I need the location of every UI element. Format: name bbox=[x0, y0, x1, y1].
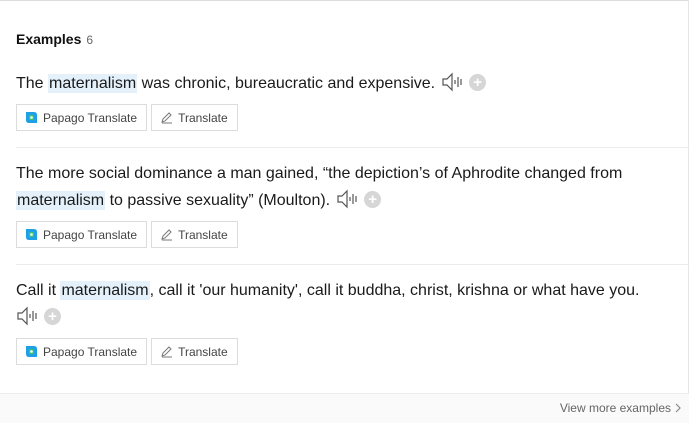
example-divider bbox=[16, 147, 689, 148]
example-item: The more social dominance a man gained, … bbox=[16, 160, 688, 248]
translate-label: Translate bbox=[178, 344, 228, 359]
translate-button[interactable]: Translate bbox=[151, 221, 238, 248]
highlighted-word: maternalism bbox=[16, 191, 106, 210]
example-sentence: Call it maternalism, call it 'our humani… bbox=[16, 277, 688, 331]
pencil-icon bbox=[160, 345, 173, 358]
examples-header: Examples 6 bbox=[16, 31, 93, 49]
examples-footer: View more examples bbox=[0, 393, 689, 423]
sentence-text: to passive sexuality” (Moulton). bbox=[105, 192, 331, 209]
papago-translate-label: Papago Translate bbox=[43, 227, 138, 242]
examples-count: 6 bbox=[86, 33, 94, 47]
sentence-text: The more social dominance a man gained, … bbox=[16, 165, 623, 182]
papago-icon bbox=[25, 228, 38, 241]
highlighted-word: maternalism bbox=[60, 281, 150, 300]
speaker-icon[interactable] bbox=[441, 72, 465, 92]
sentence-text: , call it 'our humanity', call it buddha… bbox=[149, 282, 640, 299]
example-item: Call it maternalism, call it 'our humani… bbox=[16, 277, 688, 365]
example-sentence: The maternalism was chronic, bureaucrati… bbox=[16, 70, 688, 97]
view-more-label: View more examples bbox=[559, 401, 671, 415]
example-item: The maternalism was chronic, bureaucrati… bbox=[16, 70, 688, 131]
chevron-right-icon bbox=[675, 403, 681, 413]
sentence-text: was chronic, bureaucratic and expensive. bbox=[137, 75, 436, 92]
speaker-icon[interactable] bbox=[336, 189, 360, 209]
translate-button[interactable]: Translate bbox=[151, 338, 238, 365]
highlighted-word: maternalism bbox=[48, 74, 138, 93]
papago-translate-label: Papago Translate bbox=[43, 344, 138, 359]
papago-icon bbox=[25, 111, 38, 124]
examples-title: Examples bbox=[16, 31, 82, 47]
plus-icon[interactable]: + bbox=[469, 73, 487, 91]
papago-translate-button[interactable]: Papago Translate bbox=[16, 221, 148, 248]
sentence-text: Call it bbox=[16, 282, 61, 299]
sentence-text: The bbox=[16, 75, 49, 92]
top-divider bbox=[0, 0, 689, 1]
translate-label: Translate bbox=[178, 227, 228, 242]
pencil-icon bbox=[160, 228, 173, 241]
papago-translate-button[interactable]: Papago Translate bbox=[16, 338, 148, 365]
pencil-icon bbox=[160, 111, 173, 124]
translate-button[interactable]: Translate bbox=[151, 104, 238, 131]
example-sentence: The more social dominance a man gained, … bbox=[16, 160, 688, 214]
plus-icon[interactable]: + bbox=[44, 307, 61, 325]
papago-translate-label: Papago Translate bbox=[43, 110, 138, 125]
papago-icon bbox=[25, 345, 38, 358]
papago-translate-button[interactable]: Papago Translate bbox=[16, 104, 148, 131]
plus-icon[interactable]: + bbox=[364, 190, 382, 208]
example-divider bbox=[16, 264, 689, 265]
speaker-icon[interactable] bbox=[16, 306, 40, 326]
view-more-examples-link[interactable]: View more examples bbox=[560, 401, 681, 415]
translate-label: Translate bbox=[178, 110, 228, 125]
